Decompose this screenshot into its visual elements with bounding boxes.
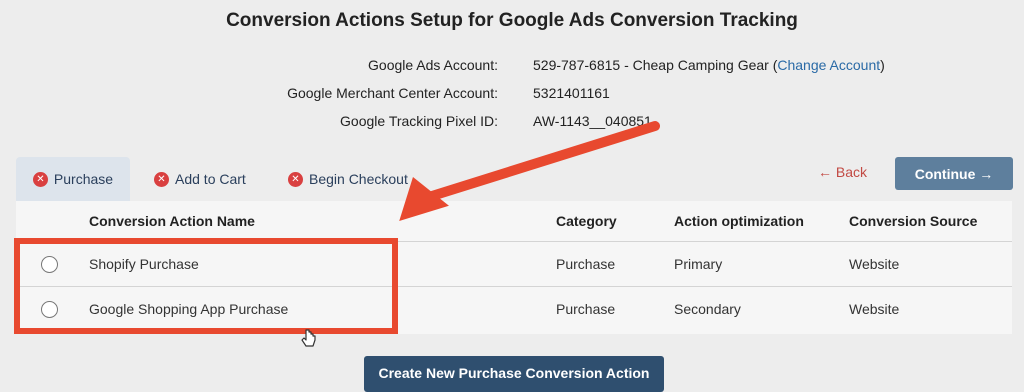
annotation-arrow-icon (399, 121, 660, 221)
mouse-pointer-icon (301, 329, 316, 347)
